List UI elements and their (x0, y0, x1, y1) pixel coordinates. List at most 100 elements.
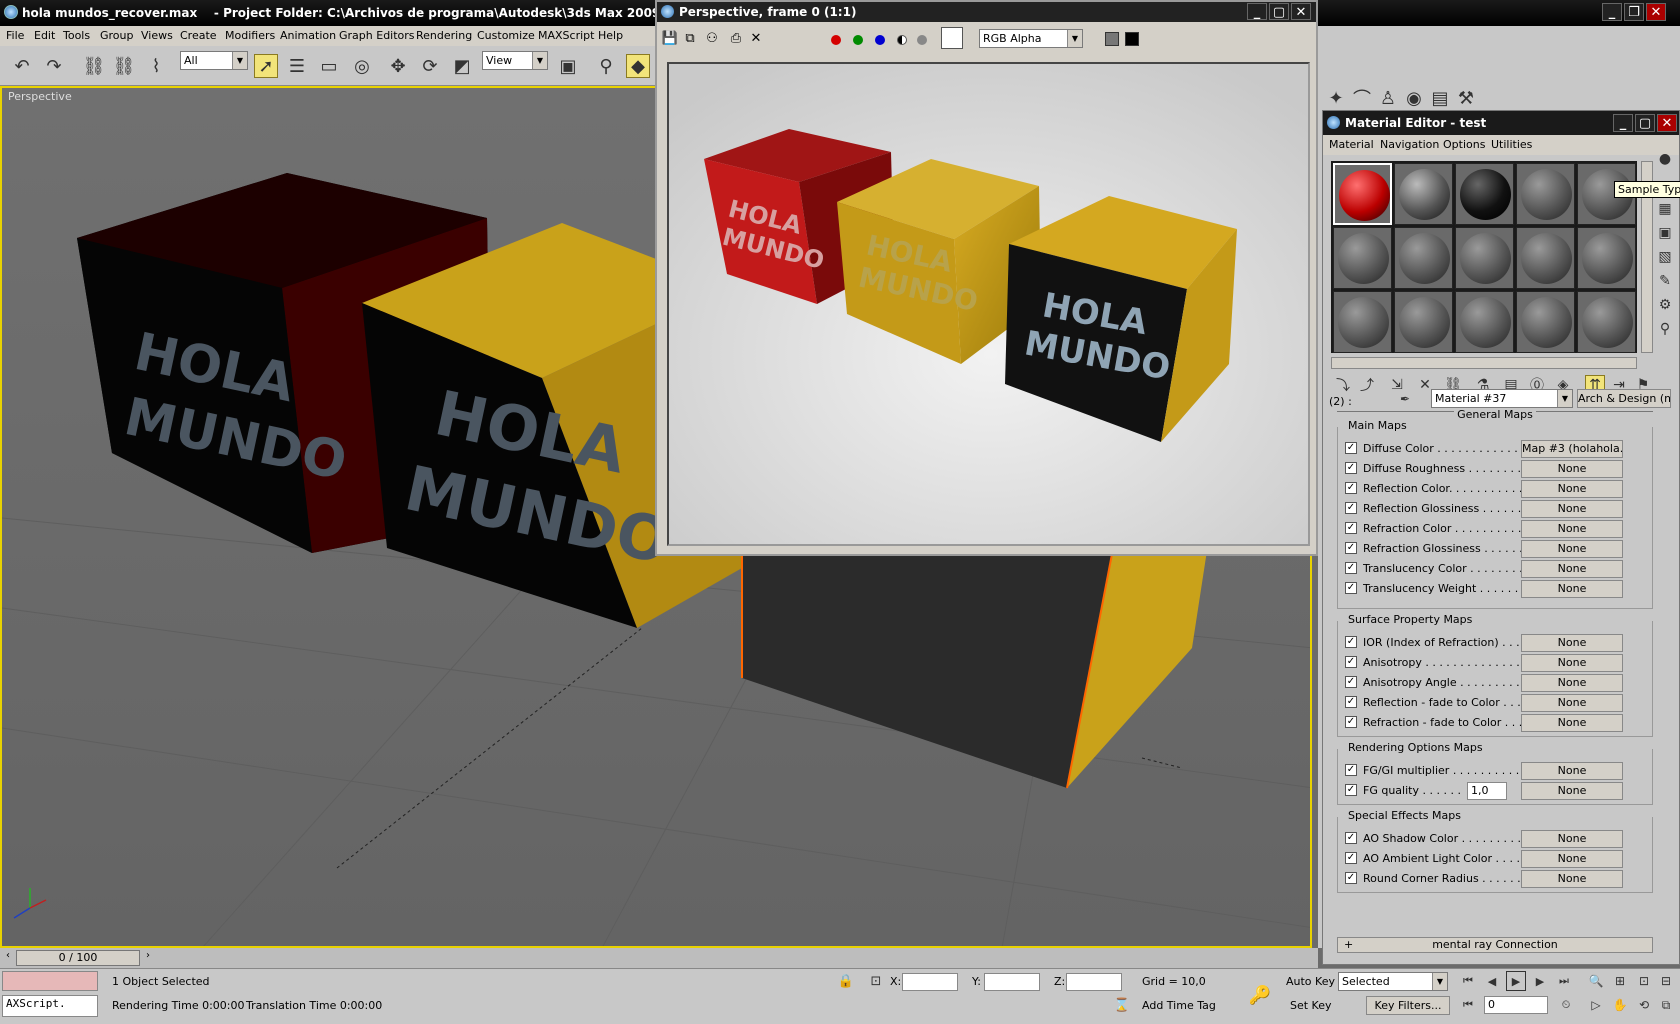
sample-slot[interactable] (1455, 227, 1514, 289)
map-button[interactable]: None (1521, 580, 1623, 598)
background-icon[interactable]: ▦ (1655, 199, 1675, 219)
menu-edit[interactable]: Edit (34, 29, 55, 42)
add-time-tag-button[interactable]: Add Time Tag (1142, 999, 1216, 1012)
close-button[interactable]: ✕ (1646, 3, 1666, 21)
restore-button[interactable]: ❐ (1624, 3, 1644, 21)
sample-slot[interactable] (1577, 291, 1636, 353)
zoom-extents-icon[interactable]: ⊡ (1634, 971, 1654, 991)
render-maximize-button[interactable]: ▢ (1269, 3, 1289, 20)
sample-slot[interactable] (1333, 291, 1392, 353)
set-key-button[interactable]: Set Key (1290, 999, 1332, 1012)
menu-create[interactable]: Create (180, 29, 217, 42)
sample-type-icon[interactable]: ● (1655, 149, 1675, 169)
go-to-start-icon[interactable]: ⏮ (1458, 971, 1478, 991)
map-button[interactable]: None (1521, 500, 1623, 518)
map-button[interactable]: None (1521, 870, 1623, 888)
checkbox[interactable]: ✓ (1345, 764, 1357, 776)
map-button[interactable]: None (1521, 520, 1623, 538)
checkbox[interactable]: ✓ (1345, 696, 1357, 708)
select-by-name-icon[interactable]: ☰ (285, 54, 309, 78)
unlink-selection-icon[interactable]: ⛓ (112, 54, 136, 78)
select-by-material-icon[interactable]: ⚲ (1655, 319, 1675, 339)
channel-dropdown[interactable]: RGB Alpha ▼ (979, 29, 1083, 48)
motion-tab-icon[interactable]: ◉ (1402, 86, 1426, 110)
checkbox[interactable]: ✓ (1345, 872, 1357, 884)
menu-group[interactable]: Group (100, 29, 134, 42)
mental-ray-connection-rollout[interactable]: + mental ray Connection (1337, 937, 1653, 953)
map-button[interactable]: None (1521, 540, 1623, 558)
display-toggle-gray[interactable] (1105, 32, 1119, 46)
checkbox[interactable]: ✓ (1345, 636, 1357, 648)
lock-selection-icon[interactable]: 🔒 (836, 971, 856, 991)
map-button[interactable]: None (1521, 782, 1623, 800)
absolute-transform-icon[interactable]: ⊡ (866, 971, 886, 991)
auto-key-button[interactable]: Auto Key (1286, 975, 1335, 988)
map-button[interactable]: None (1521, 560, 1623, 578)
snaps-toggle-icon[interactable]: ⚲ (594, 54, 618, 78)
time-tag-icon[interactable]: ⌛ (1112, 995, 1132, 1015)
hierarchy-tab-icon[interactable]: ♙ (1376, 86, 1400, 110)
checkbox[interactable]: ✓ (1345, 522, 1357, 534)
key-filters-button[interactable]: Key Filters... (1366, 996, 1450, 1015)
z-coord-field[interactable] (1066, 973, 1122, 991)
go-to-end-icon[interactable]: ⏭ (1554, 971, 1574, 991)
menu-graph-editors[interactable]: Graph Editors (339, 29, 415, 42)
menu-file[interactable]: File (6, 29, 24, 42)
menu-customize[interactable]: Customize (477, 29, 535, 42)
map-button[interactable]: None (1521, 850, 1623, 868)
slots-horizontal-scrollbar[interactable] (1331, 357, 1637, 369)
reference-coord-dropdown[interactable]: View ▼ (482, 51, 548, 70)
material-name-field[interactable]: Material #37 ▼ (1431, 389, 1573, 408)
selection-filter-dropdown[interactable]: All ▼ (180, 51, 248, 70)
minimize-button[interactable]: _ (1602, 3, 1622, 21)
pivot-center-icon[interactable]: ▣ (556, 54, 580, 78)
sample-slot[interactable] (1394, 163, 1453, 225)
x-coord-field[interactable] (902, 973, 958, 991)
mated-menu-utilities[interactable]: Utilities (1491, 138, 1532, 151)
checkbox[interactable]: ✓ (1345, 482, 1357, 494)
key-mode-dropdown[interactable]: Selected ▼ (1338, 972, 1448, 991)
zoom-icon[interactable]: 🔍 (1586, 971, 1606, 991)
redo-icon[interactable]: ↷ (42, 54, 66, 78)
material-type-button[interactable]: Arch & Design (mi) (1577, 389, 1671, 408)
menu-maxscript[interactable]: MAXScript (538, 29, 594, 42)
put-material-icon[interactable]: ⤴ (1357, 375, 1377, 395)
sample-slot[interactable] (1577, 227, 1636, 289)
window-crossing-icon[interactable]: ◎ (350, 54, 374, 78)
checkbox[interactable]: ✓ (1345, 562, 1357, 574)
save-image-icon[interactable]: 💾 (661, 30, 679, 48)
mated-close-button[interactable]: ✕ (1657, 114, 1677, 132)
sample-slot[interactable] (1333, 227, 1392, 289)
sample-slot[interactable] (1394, 227, 1453, 289)
current-frame-field[interactable]: 0 (1484, 996, 1548, 1014)
map-button[interactable]: None (1521, 634, 1623, 652)
modify-tab-icon[interactable]: ⌒ (1350, 86, 1374, 110)
maxscript-input[interactable]: AXScript. (2, 995, 98, 1017)
pick-material-eyedropper-icon[interactable]: ✒ (1397, 391, 1413, 407)
red-channel-toggle[interactable] (831, 35, 841, 45)
display-toggle-black[interactable] (1125, 32, 1139, 46)
fg-quality-spinner[interactable]: 1,0 (1467, 782, 1507, 800)
mated-maximize-button[interactable]: ▢ (1635, 114, 1655, 132)
key-mode-toggle-icon[interactable]: ⏮ (1458, 995, 1478, 1015)
sample-slot[interactable] (1455, 291, 1514, 353)
display-tab-icon[interactable]: ▤ (1428, 86, 1452, 110)
sample-slot[interactable] (1394, 291, 1453, 353)
next-frame-icon[interactable]: ▶ (1530, 971, 1550, 991)
map-button[interactable]: None (1521, 480, 1623, 498)
map-button[interactable]: None (1521, 674, 1623, 692)
checkbox[interactable]: ✓ (1345, 442, 1357, 454)
menu-modifiers[interactable]: Modifiers (225, 29, 275, 42)
swatch-color[interactable] (941, 27, 963, 49)
video-color-check-icon[interactable]: ▧ (1655, 247, 1675, 267)
prev-frame-arrow-icon[interactable]: ‹ (2, 950, 14, 966)
map-button[interactable]: None (1521, 694, 1623, 712)
undo-icon[interactable]: ↶ (10, 54, 34, 78)
menu-animation[interactable]: Animation (280, 29, 336, 42)
sample-slot[interactable] (1333, 163, 1392, 225)
select-object-icon[interactable]: ➚ (254, 54, 278, 78)
copy-image-icon[interactable]: ⧉ (681, 30, 699, 48)
blue-channel-toggle[interactable] (875, 35, 885, 45)
get-material-icon[interactable]: ⤵ (1333, 375, 1353, 395)
map-button[interactable]: None (1521, 830, 1623, 848)
